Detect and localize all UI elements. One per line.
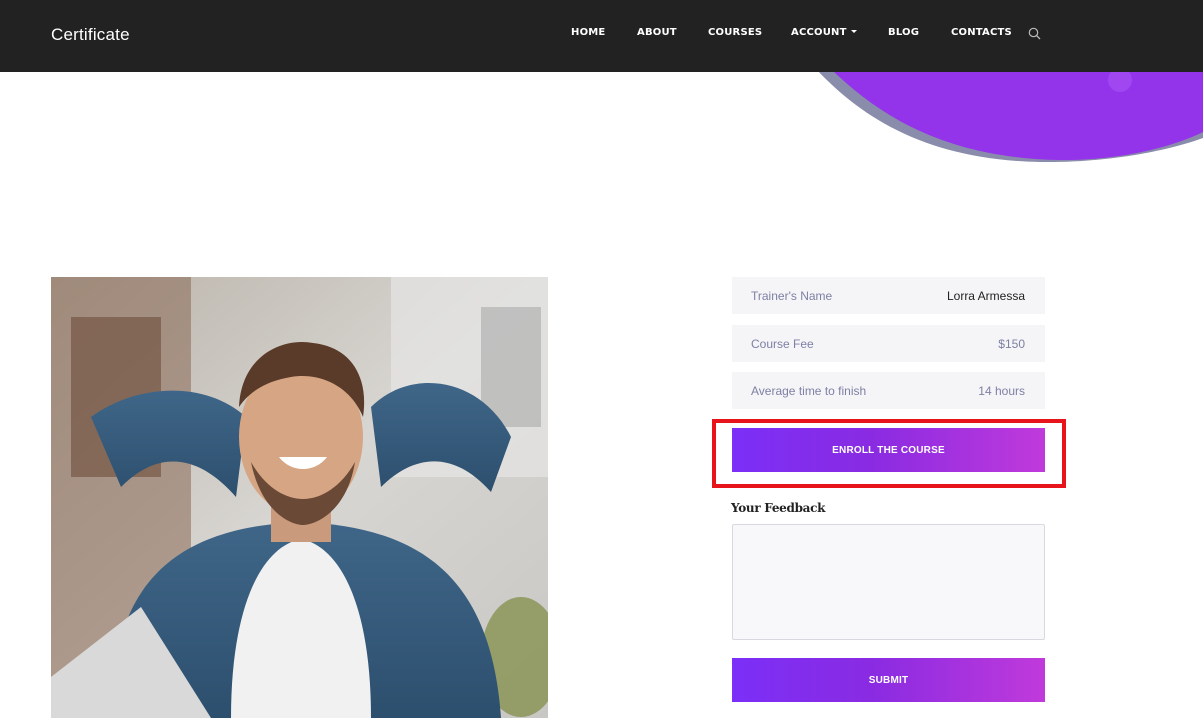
nav-account[interactable]: ACCOUNT <box>791 27 857 38</box>
feedback-textarea[interactable] <box>732 524 1045 640</box>
nav-account-label: ACCOUNT <box>791 27 847 38</box>
caret-down-icon <box>850 29 857 33</box>
nav-about[interactable]: ABOUT <box>637 27 677 38</box>
top-navbar: Certificate HOME ABOUT COURSES ACCOUNT B… <box>0 0 1203 72</box>
nav-home[interactable]: HOME <box>571 27 605 38</box>
feedback-label: Your Feedback <box>731 501 826 515</box>
time-label: Average time to finish <box>751 384 867 398</box>
nav-contacts[interactable]: CONTACTS <box>951 27 1012 38</box>
info-row-trainer: Trainer's Name Lorra Armessa <box>732 277 1045 314</box>
info-row-time: Average time to finish 14 hours <box>732 372 1045 409</box>
search-icon[interactable] <box>1028 27 1041 40</box>
time-value: 14 hours <box>978 384 1025 398</box>
fee-value: $150 <box>998 337 1025 351</box>
nav-courses[interactable]: COURSES <box>708 27 762 38</box>
info-row-fee: Course Fee $150 <box>732 325 1045 362</box>
fee-label: Course Fee <box>751 337 814 351</box>
submit-button[interactable]: SUBMIT <box>732 658 1045 702</box>
brand-logo[interactable]: Certificate <box>51 25 130 45</box>
trainer-label: Trainer's Name <box>751 289 833 303</box>
course-photo <box>51 277 548 718</box>
nav-blog[interactable]: BLOG <box>888 27 919 38</box>
enroll-course-button[interactable]: ENROLL THE COURSE <box>732 428 1045 472</box>
trainer-value: Lorra Armessa <box>946 289 1025 303</box>
